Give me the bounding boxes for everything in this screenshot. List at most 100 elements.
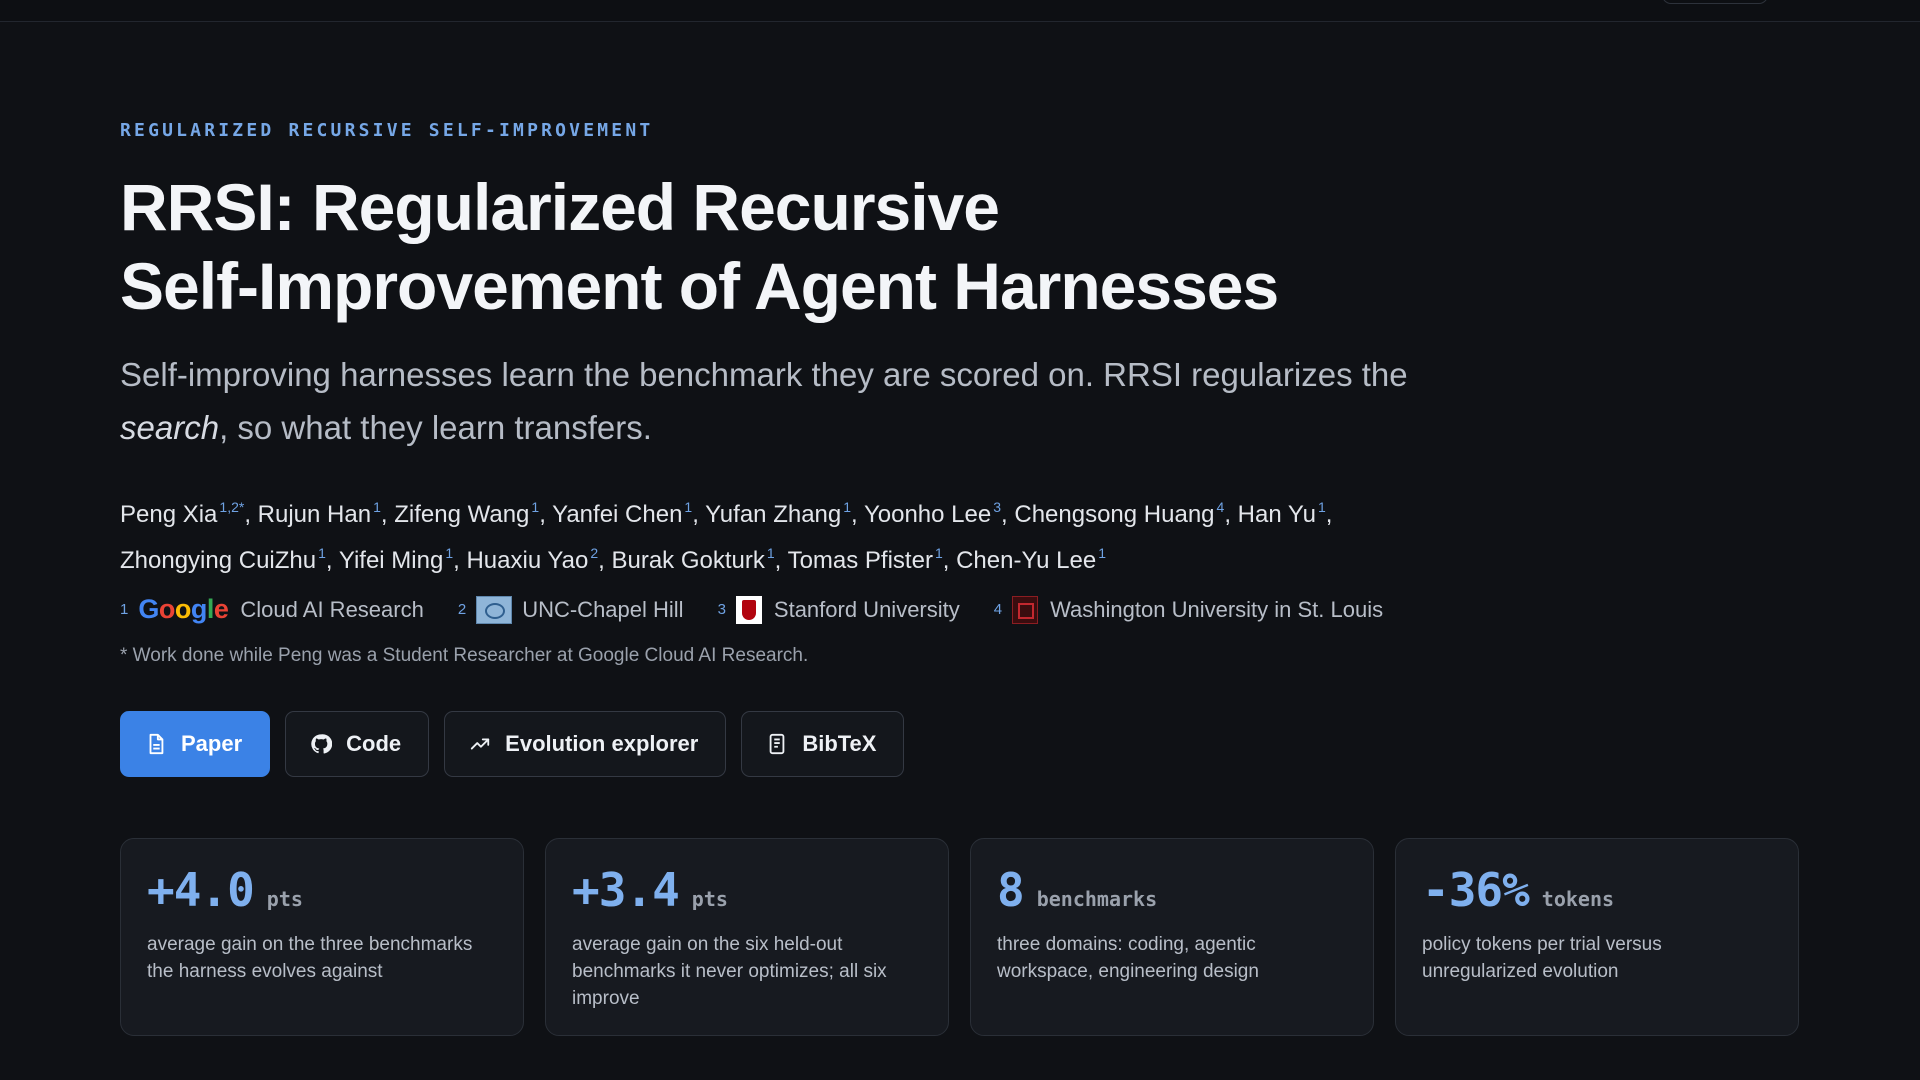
stat-unit: tokens	[1541, 887, 1615, 911]
bibtex-button-label: BibTeX	[802, 731, 877, 756]
author-name: Peng Xia	[120, 501, 218, 528]
document-icon	[145, 733, 167, 755]
subtitle-emphasis: search	[120, 409, 220, 446]
title-line-2: Self-Improvement of Agent Harnesses	[120, 249, 1279, 323]
title-line-1: RRSI: Regularized Recursive	[120, 170, 1000, 244]
stats-row: +4.0 pts average gain on the three benchm…	[120, 838, 1799, 1036]
author-name: Chengsong Huang	[1014, 501, 1215, 528]
author[interactable]: Zifeng Wang 1	[394, 499, 540, 528]
author-affiliation: 1	[1317, 499, 1326, 515]
author[interactable]: Tomas Pfister 1	[787, 545, 943, 574]
author[interactable]: Zhongying CuiZhu 1	[120, 545, 326, 574]
stanford-logo	[735, 595, 762, 624]
author-name: Rujun Han	[257, 501, 372, 528]
stat-value: +4.0	[147, 863, 255, 917]
author-affiliation: 4	[1216, 499, 1225, 515]
author-name: Han Yu	[1237, 501, 1316, 528]
footnote: * Work done while Peng was a Student Res…	[120, 645, 809, 666]
affiliation-number: 1	[120, 601, 129, 618]
author-name: Chen-Yu Lee	[956, 547, 1097, 574]
code-button[interactable]: Code	[285, 711, 430, 777]
author-affiliation: 1	[373, 499, 381, 515]
author[interactable]: Huaxiu Yao 2	[466, 545, 599, 574]
author[interactable]: Han Yu 1	[1237, 499, 1326, 528]
author-name: Yanfei Chen	[552, 501, 683, 528]
author-name: Burak Gokturk	[611, 547, 765, 574]
stat-description: average gain on the six held-out benchma…	[572, 934, 887, 1009]
stat-unit: pts	[266, 887, 303, 911]
stat-description: average gain on the three benchmarks the…	[147, 934, 473, 982]
author-affiliation: 1	[684, 499, 693, 515]
author-name: Yifei Ming	[338, 547, 444, 574]
page-title: RRSI: Regularized Recursive Self-Improve…	[120, 168, 1520, 326]
author[interactable]: Rujun Han 1	[257, 499, 381, 528]
stat-value: +3.4	[572, 863, 680, 917]
author-affiliation: 1	[843, 499, 852, 515]
author[interactable]: Burak Gokturk 1	[611, 545, 775, 574]
action-buttons: Paper Code Evolution explorer BibTeX	[120, 711, 919, 777]
top-nav-bar	[0, 0, 1920, 22]
stat-card: 8 benchmarks three domains: coding, agent…	[970, 838, 1374, 1036]
subtitle-part-2: , so what they learn transfers.	[219, 409, 652, 446]
affiliation-google: 1 Google Cloud AI Research	[120, 594, 424, 625]
author-affiliation: 2	[590, 545, 599, 561]
google-logo: Google	[138, 594, 229, 624]
author-name: Zifeng Wang	[394, 501, 530, 528]
author[interactable]: Yoonho Lee 3	[863, 499, 1002, 528]
washu-logo	[1012, 595, 1039, 624]
stat-description: three domains: coding, agentic workspace…	[997, 934, 1259, 982]
stat-unit: pts	[691, 887, 728, 911]
author-affiliation: 1	[318, 545, 326, 561]
paper-button-label: Paper	[181, 731, 243, 756]
nav-pill-button[interactable]	[1662, 0, 1768, 4]
trend-icon	[469, 733, 491, 755]
subtitle-part-1: Self-improving harnesses learn the bench…	[120, 356, 1408, 393]
author[interactable]: Yifei Ming 1	[338, 545, 454, 574]
author-affiliation: 1	[934, 545, 943, 561]
author-affiliation: 1	[531, 499, 540, 515]
affiliation-unc: 2 UNC-Chapel Hill	[457, 595, 684, 624]
author-name: Zhongying CuiZhu	[120, 547, 317, 574]
author-affiliation: 1	[445, 545, 454, 561]
author[interactable]: Yufan Zhang 1	[705, 499, 852, 528]
paper-button[interactable]: Paper	[120, 711, 271, 777]
affiliation-washu: 4 Washington University in St. Louis	[993, 595, 1384, 624]
author[interactable]: Peng Xia 1,2*	[120, 499, 245, 528]
affiliation-name: Stanford University	[773, 596, 960, 622]
author-affiliation: 1	[1098, 545, 1106, 561]
author-list: Peng Xia 1,2*, Rujun Han 1, Zifeng Wang 1, …	[120, 499, 1333, 574]
evolution-explorer-button[interactable]: Evolution explorer	[444, 711, 727, 777]
author-affiliation: 3	[993, 499, 1002, 515]
author-name: Yufan Zhang	[705, 501, 842, 528]
stat-unit: benchmarks	[1036, 887, 1158, 911]
author[interactable]: Chengsong Huang 4	[1014, 499, 1225, 528]
code-button-label: Code	[346, 731, 402, 756]
affiliation-name: UNC-Chapel Hill	[522, 596, 684, 622]
author[interactable]: Chen-Yu Lee 1	[956, 545, 1106, 574]
affiliation-list: 1 Google Cloud AI Research 2 UNC-Chapel …	[120, 594, 1417, 625]
evolution-explorer-button-label: Evolution explorer	[505, 731, 699, 756]
author-name: Yoonho Lee	[863, 501, 992, 528]
affiliation-name: Washington University in St. Louis	[1050, 596, 1384, 622]
eyebrow-label: REGULARIZED RECURSIVE SELF-IMPROVEMENT	[120, 120, 654, 141]
bibtex-icon	[766, 733, 788, 755]
affiliation-stanford: 3 Stanford University	[717, 595, 960, 624]
github-icon	[310, 733, 333, 755]
affiliation-number: 3	[717, 601, 726, 618]
stat-card: +4.0 pts average gain on the three benchm…	[120, 838, 524, 1036]
author-affiliation: 1,2*	[219, 499, 245, 515]
affiliation-number: 4	[993, 601, 1003, 618]
affiliation-number: 2	[457, 601, 467, 618]
bibtex-button[interactable]: BibTeX	[741, 711, 905, 777]
affiliation-name: Cloud AI Research	[240, 596, 424, 622]
stat-card: +3.4 pts average gain on the six held-out…	[545, 838, 949, 1036]
unc-logo	[476, 595, 513, 624]
author-name: Huaxiu Yao	[466, 547, 589, 574]
stat-card: -36% tokens policy tokens per trial versu…	[1395, 838, 1799, 1036]
author[interactable]: Yanfei Chen 1	[552, 499, 693, 528]
subtitle: Self-improving harnesses learn the bench…	[120, 348, 1520, 454]
author-name: Tomas Pfister	[787, 547, 933, 574]
stat-value: 8	[997, 863, 1025, 917]
author-affiliation: 1	[766, 545, 775, 561]
stat-value: -36%	[1422, 863, 1530, 917]
